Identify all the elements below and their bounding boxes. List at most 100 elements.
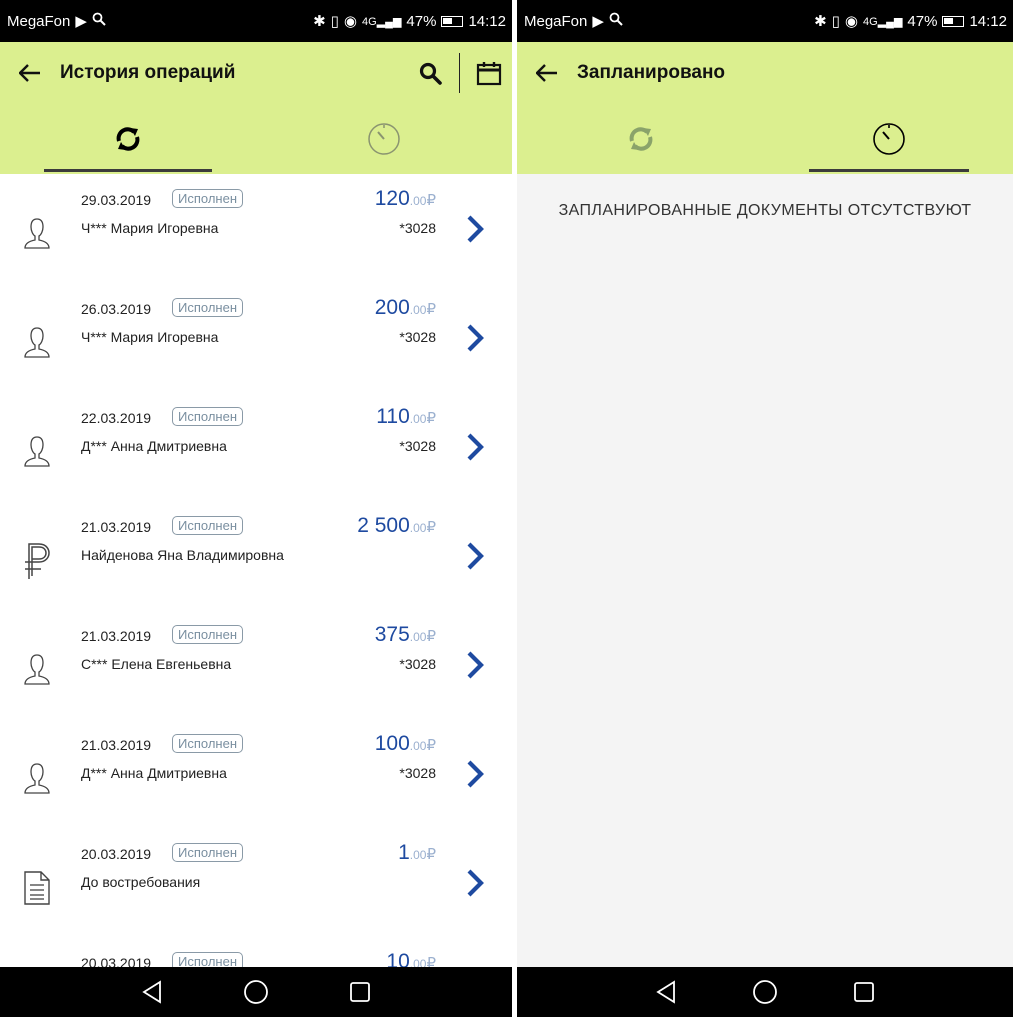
carrier-name: MegaFon [524, 12, 588, 30]
operation-date: 20.03.2019 [81, 955, 152, 967]
status-badge: Исполнен [172, 516, 244, 535]
tab-indicator [44, 169, 212, 172]
status-badge: Исполнен [172, 734, 244, 753]
row-open-button[interactable] [464, 214, 486, 244]
status-badge: Исполнен [172, 189, 244, 208]
currency-symbol: ₽ [426, 410, 436, 427]
amount-integer: 1 [398, 841, 410, 864]
toolbar-separator [459, 53, 460, 93]
amount-integer: 120 [374, 187, 410, 210]
system-nav-bar [0, 967, 512, 1017]
operation-row[interactable]: 20.03.2019 Исполнен 10.00₽ [0, 937, 512, 967]
tab-scheduled[interactable] [765, 104, 1013, 174]
amount-fraction: .00 [409, 303, 427, 317]
app-bar: История операций [0, 42, 512, 174]
signal-icon: 4G▂▄▆ [362, 15, 402, 28]
page-title: История операций [60, 62, 236, 83]
amount-integer: 200 [374, 296, 410, 319]
operation-row[interactable]: 21.03.2019 Исполнен Д*** Анна Дмитриевна 10… [0, 719, 512, 828]
row-open-button[interactable] [464, 541, 486, 571]
refresh-icon [629, 127, 653, 151]
timer-icon [873, 123, 905, 155]
circle-home-icon [244, 980, 268, 1004]
calendar-button[interactable] [466, 42, 512, 104]
amount-fraction: .00 [409, 848, 427, 862]
tab-scheduled[interactable] [256, 104, 512, 174]
status-bar: MegaFon ▶ ✱ ▯ ◉ 4G▂▄▆ 47% 14:12 [517, 0, 1013, 42]
eye-icon: ◉ [343, 13, 358, 30]
search-button[interactable] [407, 42, 453, 104]
operation-amount: 110.00₽ [376, 405, 436, 429]
operation-amount: 2 500.00₽ [357, 514, 436, 538]
vibrate-icon: ▯ [330, 13, 339, 30]
amount-fraction: .00 [409, 521, 427, 535]
network-type: 4G [362, 15, 377, 28]
operation-row[interactable]: 26.03.2019 Исполнен Ч*** Мария Игоревна 200… [0, 283, 512, 392]
ruble-icon [20, 541, 54, 581]
currency-symbol: ₽ [426, 519, 436, 536]
recipient-name: Ч*** Мария Игоревна [81, 329, 219, 345]
search-small-icon [92, 12, 106, 30]
document-icon [20, 868, 54, 908]
operation-row[interactable]: 29.03.2019 Исполнен Ч*** Мария Игоревна 120… [0, 174, 512, 283]
square-recents-icon [853, 982, 874, 1002]
back-button[interactable] [517, 42, 577, 104]
recipient-name: С*** Елена Евгеньевна [81, 656, 232, 672]
back-button[interactable] [0, 42, 60, 104]
triangle-back-icon [142, 980, 161, 1004]
person-icon [20, 650, 54, 690]
currency-symbol: ₽ [426, 628, 436, 645]
operation-amount: 375.00₽ [375, 623, 436, 647]
play-icon: ▶ [75, 13, 87, 30]
square-recents-icon [350, 982, 370, 1002]
arrow-left-icon [536, 64, 557, 82]
nav-home-button[interactable] [241, 977, 271, 1007]
operation-row[interactable]: 21.03.2019 Исполнен С*** Елена Евгеньевна 3… [0, 610, 512, 719]
nav-home-button[interactable] [750, 977, 780, 1007]
operation-amount: 120.00₽ [375, 187, 436, 211]
circle-home-icon [753, 980, 777, 1004]
status-badge: Исполнен [172, 952, 244, 967]
nav-back-button[interactable] [137, 977, 167, 1007]
battery-percent: 47% [406, 12, 437, 30]
operation-amount: 200.00₽ [375, 296, 436, 320]
search-icon [419, 62, 442, 85]
nav-back-button[interactable] [651, 977, 681, 1007]
empty-state-text: Запланированные документы отсутствуют [558, 202, 972, 219]
nav-recents-button[interactable] [345, 977, 375, 1007]
operation-row[interactable]: 20.03.2019 Исполнен До востребования 1.00₽ [0, 828, 512, 937]
account-number: *3028 [399, 656, 436, 672]
status-bar: MegaFon ▶ ✱ ▯ ◉ 4G▂▄▆ 47% 14:12 [0, 0, 512, 42]
amount-integer: 110 [376, 405, 410, 428]
row-open-button[interactable] [464, 323, 486, 353]
recipient-name: Д*** Анна Дмитриевна [81, 438, 227, 454]
scheduled-screen: MegaFon ▶ ✱ ▯ ◉ 4G▂▄▆ 47% 14:12 Запланир… [517, 0, 1013, 1017]
row-open-button[interactable] [464, 650, 486, 680]
battery-icon [441, 15, 464, 27]
empty-state-message: Запланированные документы отсутствуют [517, 202, 1013, 220]
recipient-name: Д*** Анна Дмитриевна [81, 765, 227, 781]
tab-history[interactable] [0, 104, 256, 174]
row-open-button[interactable] [464, 432, 486, 462]
row-open-button[interactable] [464, 868, 486, 898]
operation-amount: 100.00₽ [375, 732, 436, 756]
row-open-button[interactable] [464, 759, 486, 789]
operation-row[interactable]: 22.03.2019 Исполнен Д*** Анна Дмитриевна 11… [0, 392, 512, 501]
chevron-right-icon [467, 433, 484, 461]
operation-date: 21.03.2019 [81, 628, 152, 644]
operation-amount: 1.00₽ [398, 841, 436, 865]
battery-percent: 47% [907, 12, 938, 30]
chevron-right-icon [467, 215, 484, 243]
currency-symbol: ₽ [426, 301, 436, 318]
operation-date: 22.03.2019 [81, 410, 152, 426]
chevron-right-icon [467, 542, 484, 570]
nav-recents-button[interactable] [849, 977, 879, 1007]
tab-history[interactable] [517, 104, 765, 174]
history-screen: MegaFon ▶ ✱ ▯ ◉ 4G▂▄▆ 47% 14:12 История … [0, 0, 512, 1017]
battery-icon [942, 15, 965, 27]
amount-fraction: .00 [409, 957, 427, 967]
operation-row[interactable]: 21.03.2019 Исполнен Найденова Яна Владимир… [0, 501, 512, 610]
amount-integer: 100 [374, 732, 410, 755]
chevron-right-icon [467, 324, 484, 352]
arrow-left-icon [19, 64, 40, 82]
